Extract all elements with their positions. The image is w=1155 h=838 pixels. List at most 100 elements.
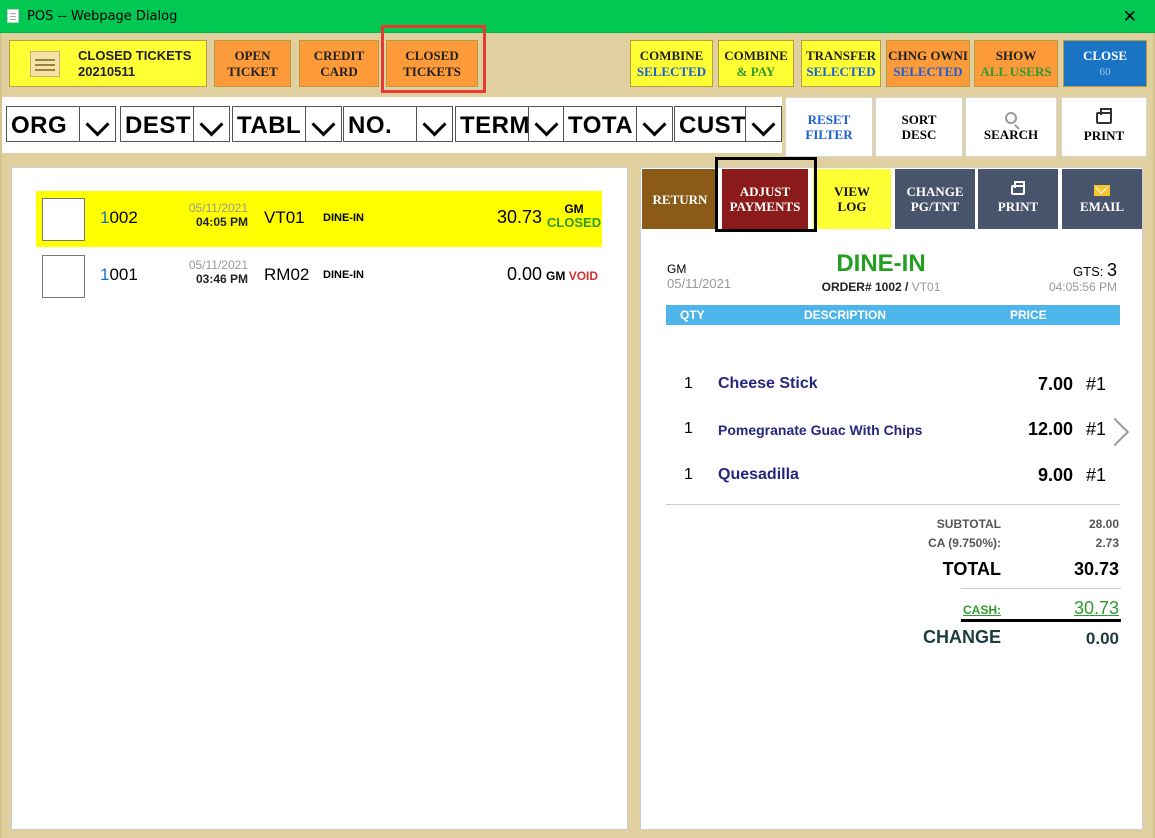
email-label: EMAIL xyxy=(1079,198,1125,214)
reset-filter-line1: RESET xyxy=(807,112,851,127)
ticket-number: 1001 xyxy=(100,265,138,285)
divider xyxy=(666,504,1120,505)
line-item-qty: 1 xyxy=(684,420,693,437)
closed-tickets-btn-line1: CLOSED xyxy=(405,47,459,63)
line-item-qty: 1 xyxy=(684,466,693,483)
sort-desc-line2: DESC xyxy=(901,127,937,142)
receipt-date: 05/11/2021 xyxy=(667,276,732,291)
adjust-payments-button[interactable]: ADJUST PAYMENTS xyxy=(722,169,808,229)
ticket-detail: RETURN ADJUST PAYMENTS VIEW LOG CHANGE P… xyxy=(640,167,1143,830)
change-owner-line2: SELECTED xyxy=(893,63,963,79)
combine-selected-line2: SELECTED xyxy=(636,63,707,79)
tax-label: CA (9.750%): xyxy=(928,536,1001,550)
printer-icon xyxy=(1096,107,1112,124)
closed-tickets-date: 20210511 xyxy=(78,63,136,79)
ticket-time: 03:46 PM xyxy=(195,272,248,286)
tota-filter[interactable]: TOTA xyxy=(563,106,673,142)
show-all-users-line1: SHOW xyxy=(995,47,1037,63)
combine-pay-button[interactable]: COMBINE & PAY xyxy=(718,40,794,87)
ticket-owner-status: GM VOID xyxy=(546,269,598,283)
printer-icon xyxy=(1011,180,1025,195)
line-item-seat: #1 xyxy=(1086,465,1107,485)
chevron-down-icon[interactable] xyxy=(636,107,672,141)
transfer-selected-button[interactable]: TRANSFER SELECTED xyxy=(801,40,881,87)
close-button-label: CLOSE xyxy=(1082,47,1128,63)
ticket-row[interactable]: 1001 05/11/2021 03:46 PM RM02 DINE-IN 0.… xyxy=(36,248,602,304)
line-item[interactable]: 1 Quesadilla 9.00 #1 xyxy=(666,464,1120,486)
notepad-icon xyxy=(30,51,60,77)
closed-tickets-btn-line2: TICKETS xyxy=(403,63,461,79)
print-receipt-label: PRINT xyxy=(997,198,1039,214)
credit-card-button[interactable]: CREDIT CARD xyxy=(299,40,379,87)
line-item-description: Cheese Stick xyxy=(718,375,818,392)
line-item[interactable]: 1 Pomegranate Guac With Chips 12.00 #1 xyxy=(666,418,1120,440)
chevron-down-icon[interactable] xyxy=(305,107,341,141)
line-item-price: 9.00 xyxy=(1037,465,1073,485)
change-label: CHANGE xyxy=(922,627,1001,647)
org-filter[interactable]: ORG xyxy=(6,106,116,142)
ticket-amount: 30.73 xyxy=(496,207,542,227)
return-button[interactable]: RETURN xyxy=(642,169,718,229)
sort-desc-button[interactable]: SORT DESC xyxy=(875,97,963,157)
credit-card-line2: CARD xyxy=(320,63,358,79)
document-icon xyxy=(7,9,19,23)
term-filter[interactable]: TERM xyxy=(455,106,565,142)
receipt-owner: GM xyxy=(667,262,687,276)
combine-selected-line1: COMBINE xyxy=(639,47,704,63)
window-close-icon[interactable]: ✕ xyxy=(1123,7,1137,27)
email-button[interactable]: EMAIL xyxy=(1062,169,1142,229)
items-header-description: DESCRIPTION xyxy=(804,308,887,322)
tabl-filter-label: TABL xyxy=(237,112,302,139)
cash-value[interactable]: 30.73 xyxy=(1039,598,1119,619)
change-owner-line1: CHNG OWNI xyxy=(888,47,968,63)
title-bar: POS -- Webpage Dialog ✕ xyxy=(0,0,1155,33)
ticket-checkbox[interactable] xyxy=(42,198,85,241)
divider xyxy=(961,588,1121,589)
chevron-down-icon[interactable] xyxy=(528,107,564,141)
close-button[interactable]: CLOSE 60 xyxy=(1063,40,1147,87)
ticket-status: VOID xyxy=(568,269,599,283)
receipt-order-type: DINE-IN xyxy=(836,250,926,277)
chevron-down-icon[interactable] xyxy=(79,107,115,141)
ticket-status: CLOSED xyxy=(546,215,602,230)
combine-selected-button[interactable]: COMBINE SELECTED xyxy=(630,40,713,87)
chevron-down-icon[interactable] xyxy=(416,107,452,141)
line-item-price: 7.00 xyxy=(1037,374,1073,394)
print-receipt-button[interactable]: PRINT xyxy=(978,169,1058,229)
term-filter-label: TERM xyxy=(460,112,530,139)
ticket-checkbox[interactable] xyxy=(42,255,85,298)
change-owner-button[interactable]: CHNG OWNI SELECTED xyxy=(886,40,970,87)
total-value: 30.73 xyxy=(1073,559,1119,579)
ticket-table: RM02 xyxy=(264,265,310,284)
dest-filter[interactable]: DEST xyxy=(120,106,230,142)
receipt-order-number: ORDER# 1002 / VT01 xyxy=(791,280,971,294)
chevron-down-icon[interactable] xyxy=(193,107,229,141)
line-item[interactable]: 1 Cheese Stick 7.00 #1 xyxy=(666,373,1120,395)
open-ticket-line1: OPEN xyxy=(234,47,271,63)
change-pg-button[interactable]: CHANGE PG/TNT xyxy=(895,169,975,229)
chevron-down-icon[interactable] xyxy=(745,107,781,141)
ticket-row[interactable]: 1002 05/11/2021 04:05 PM VT01 DINE-IN 30… xyxy=(36,191,602,247)
cash-underline xyxy=(961,619,1121,622)
print-list-button[interactable]: PRINT xyxy=(1061,97,1147,157)
no-filter-label: NO. xyxy=(348,112,393,139)
line-item-qty: 1 xyxy=(684,375,693,392)
search-button[interactable]: SEARCH xyxy=(965,97,1057,157)
no-filter[interactable]: NO. xyxy=(343,106,453,142)
open-ticket-button[interactable]: OPEN TICKET xyxy=(214,40,291,87)
tabl-filter[interactable]: TABL xyxy=(232,106,342,142)
reset-filter-button[interactable]: RESET FILTER xyxy=(785,97,873,157)
subtotal-label: SUBTOTAL xyxy=(936,517,1001,531)
cust-filter[interactable]: CUST xyxy=(674,106,782,142)
change-pg-line2: PG/TNT xyxy=(910,199,960,214)
ticket-time: 04:05 PM xyxy=(195,215,248,229)
sort-desc-line1: SORT xyxy=(901,112,937,127)
show-all-users-button[interactable]: SHOW ALL USERS xyxy=(974,40,1058,87)
view-log-button[interactable]: VIEW LOG xyxy=(813,169,891,229)
subtotal-value: 28.00 xyxy=(1088,517,1119,531)
ticket-amount: 0.00 xyxy=(506,264,542,284)
ticket-owner-status: GM CLOSED xyxy=(546,203,602,230)
ticket-number-rest: 002 xyxy=(109,208,138,227)
closed-tickets-button[interactable]: CLOSED TICKETS xyxy=(386,40,478,87)
line-item-seat: #1 xyxy=(1086,374,1107,394)
